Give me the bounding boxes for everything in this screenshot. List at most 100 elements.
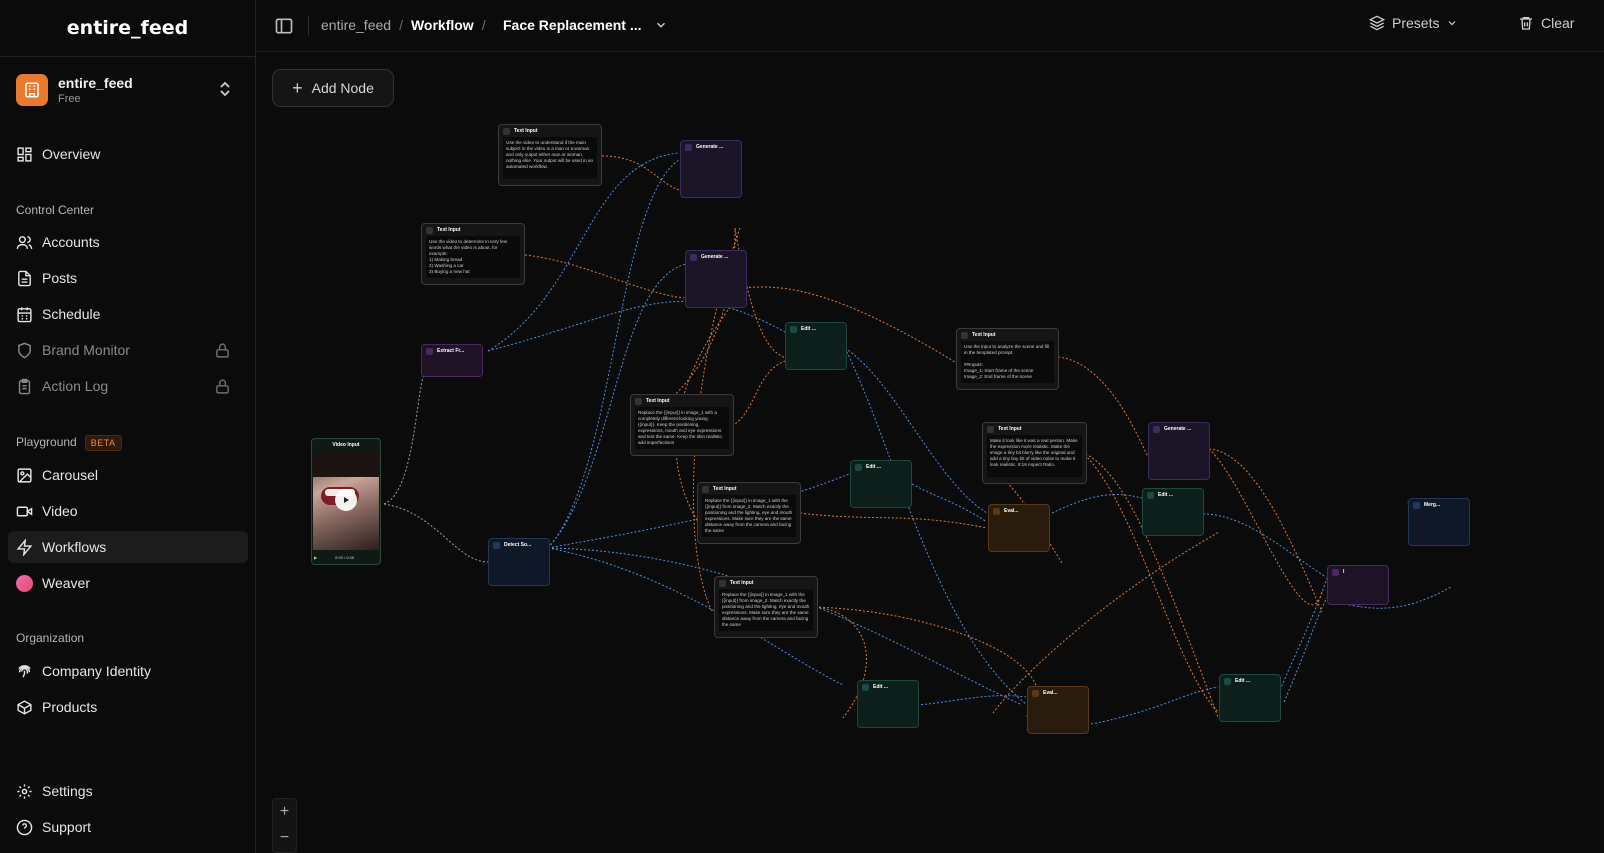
plus-icon: + (292, 77, 303, 98)
text-icon (961, 331, 968, 339)
clipboard-list-icon (18, 378, 31, 394)
nav-posts[interactable]: Posts (8, 262, 248, 294)
text-input-node[interactable]: Text Input Use the input to analyze the … (956, 328, 1059, 390)
node-title: Edit ... (1158, 492, 1173, 498)
nav-accounts-label: Accounts (42, 234, 100, 250)
node-title: Edit ... (866, 464, 881, 470)
zoom-out-button[interactable]: − (273, 825, 296, 851)
edit-image-node[interactable]: Edit ... (785, 322, 847, 370)
evaluate-node[interactable]: Eval... (988, 504, 1050, 552)
edit-icon (862, 683, 869, 691)
top-bar: entire_feed / Workflow / Face Replacemen… (256, 0, 1604, 52)
node-prompt[interactable]: Replace the {{input}} in image_1 with a … (635, 407, 729, 449)
node-prompt[interactable]: Use the video to determine in very few w… (426, 236, 520, 278)
zoom-controls: + − (272, 798, 297, 853)
breadcrumb-workspace[interactable]: entire_feed (321, 17, 391, 33)
file-text-icon (18, 270, 31, 286)
text-icon (719, 579, 726, 587)
nav-company-identity[interactable]: Company Identity (8, 655, 248, 687)
evaluate-node[interactable]: Eval... (1027, 686, 1089, 734)
shield-icon (18, 342, 31, 358)
lock-icon (216, 343, 229, 358)
chevron-down-icon[interactable] (654, 18, 668, 32)
extract-frames-node[interactable]: Extract Fr... (421, 344, 483, 377)
layout-grid-icon (17, 146, 32, 162)
nav-overview[interactable]: Overview (8, 138, 248, 170)
package-icon (17, 699, 32, 715)
clear-button[interactable]: Clear (1518, 15, 1574, 31)
edge (383, 369, 427, 505)
node-prompt[interactable]: Replace the {{input}} in image_1 with th… (719, 589, 813, 631)
text-icon (702, 485, 709, 493)
nav-schedule[interactable]: Schedule (8, 298, 248, 330)
nav-video[interactable]: Video (8, 495, 248, 527)
nav-weaver[interactable]: Weaver (8, 567, 248, 599)
node-title: Eval... (1043, 690, 1058, 696)
text-input-node[interactable]: Text Input Replace the {{input}} in imag… (630, 394, 734, 456)
generate-node[interactable]: Generate ... (680, 140, 742, 198)
users-icon (16, 235, 33, 249)
brand-logo[interactable]: entire_feed (0, 0, 255, 57)
node-title: Text Input (437, 227, 461, 233)
edge (1279, 577, 1328, 691)
workflow-canvas[interactable]: + Add Node Text Input Use the video to u… (256, 52, 1604, 853)
nav-weaver-label: Weaver (42, 575, 90, 591)
edit-image-node[interactable]: Edit ... (1219, 674, 1281, 722)
edit-image-node[interactable]: Edit ... (857, 680, 919, 728)
add-node-button[interactable]: + Add Node (272, 69, 394, 107)
nav-support-label: Support (42, 819, 92, 835)
video-input-node[interactable]: Video Input ▶ 0:00 / 0:35 (311, 438, 381, 565)
check-icon (1032, 689, 1039, 697)
section-organization: Organization (16, 631, 85, 645)
nav-carousel[interactable]: Carousel (8, 459, 248, 491)
zoom-in-button[interactable]: + (273, 799, 296, 825)
node-prompt[interactable]: Make it look like it was a real person. … (987, 435, 1082, 477)
sidebar-toggle-icon[interactable] (274, 16, 294, 36)
edge (916, 695, 1027, 706)
node-title: Text Input (998, 426, 1022, 432)
text-input-node[interactable]: Text Input Use the video to determine in… (421, 223, 525, 285)
edge (1202, 513, 1327, 578)
generate-node[interactable]: Generate ... (685, 250, 747, 308)
edit-image-node[interactable]: Edit ... (1142, 488, 1204, 536)
nav-workflows-label: Workflows (42, 539, 107, 555)
node-prompt[interactable]: Replace the {{input}} in image_1 with th… (702, 495, 796, 537)
workspace-switcher[interactable]: entire_feed Free (16, 72, 240, 108)
node-prompt[interactable]: Use the video to understand if the main … (503, 137, 597, 179)
help-circle-icon (16, 819, 33, 835)
text-input-node[interactable]: Text Input Make it look like it was a re… (982, 422, 1087, 484)
text-input-node[interactable]: Text Input Use the video to understand i… (498, 124, 602, 186)
nav-settings[interactable]: Settings (8, 775, 248, 807)
detect-node[interactable]: Detect So... (488, 538, 550, 586)
nav-products[interactable]: Products (8, 691, 248, 723)
nav-action-log[interactable]: Action Log (8, 370, 248, 402)
text-input-node[interactable]: Text Input Replace the {{input}} in imag… (697, 482, 801, 544)
video-controls[interactable]: ▶ 0:00 / 0:35 (314, 552, 378, 562)
merge-node[interactable]: Merg... (1408, 498, 1470, 546)
edge (992, 531, 1220, 714)
node-prompt[interactable]: Use the input to analyze the scene and f… (961, 341, 1054, 383)
nav-support[interactable]: Support (8, 811, 248, 843)
weaver-icon (16, 574, 33, 592)
nav-carousel-label: Carousel (42, 467, 99, 483)
add-node-label: Add Node (311, 80, 374, 96)
nav-accounts[interactable]: Accounts (8, 226, 248, 258)
edit-image-node[interactable]: Edit ... (850, 460, 912, 508)
nav-brand-monitor[interactable]: Brand Monitor (8, 334, 248, 366)
presets-button[interactable]: Presets (1369, 15, 1458, 31)
app-root: entire_feed entire_feed Free Overview Co… (0, 0, 1604, 853)
text-input-node[interactable]: Text Input Replace the {{input}} in imag… (714, 576, 818, 638)
workflow-name[interactable]: Face Replacement ... (503, 17, 642, 33)
sparkle-icon (1153, 425, 1160, 433)
generate-node[interactable]: Generate ... (1148, 422, 1210, 480)
node-title: Extract Fr... (437, 348, 465, 354)
image-to-video-node[interactable]: I (1327, 565, 1389, 605)
play-small-icon[interactable]: ▶ (314, 555, 317, 560)
nav-workflows[interactable]: Workflows (8, 531, 248, 563)
nav-overview-label: Overview (42, 146, 101, 162)
breadcrumb-workflow[interactable]: Workflow (411, 17, 474, 33)
video-icon (16, 506, 33, 516)
lock-icon (216, 379, 229, 394)
play-icon[interactable] (335, 489, 357, 511)
edge (799, 512, 988, 529)
